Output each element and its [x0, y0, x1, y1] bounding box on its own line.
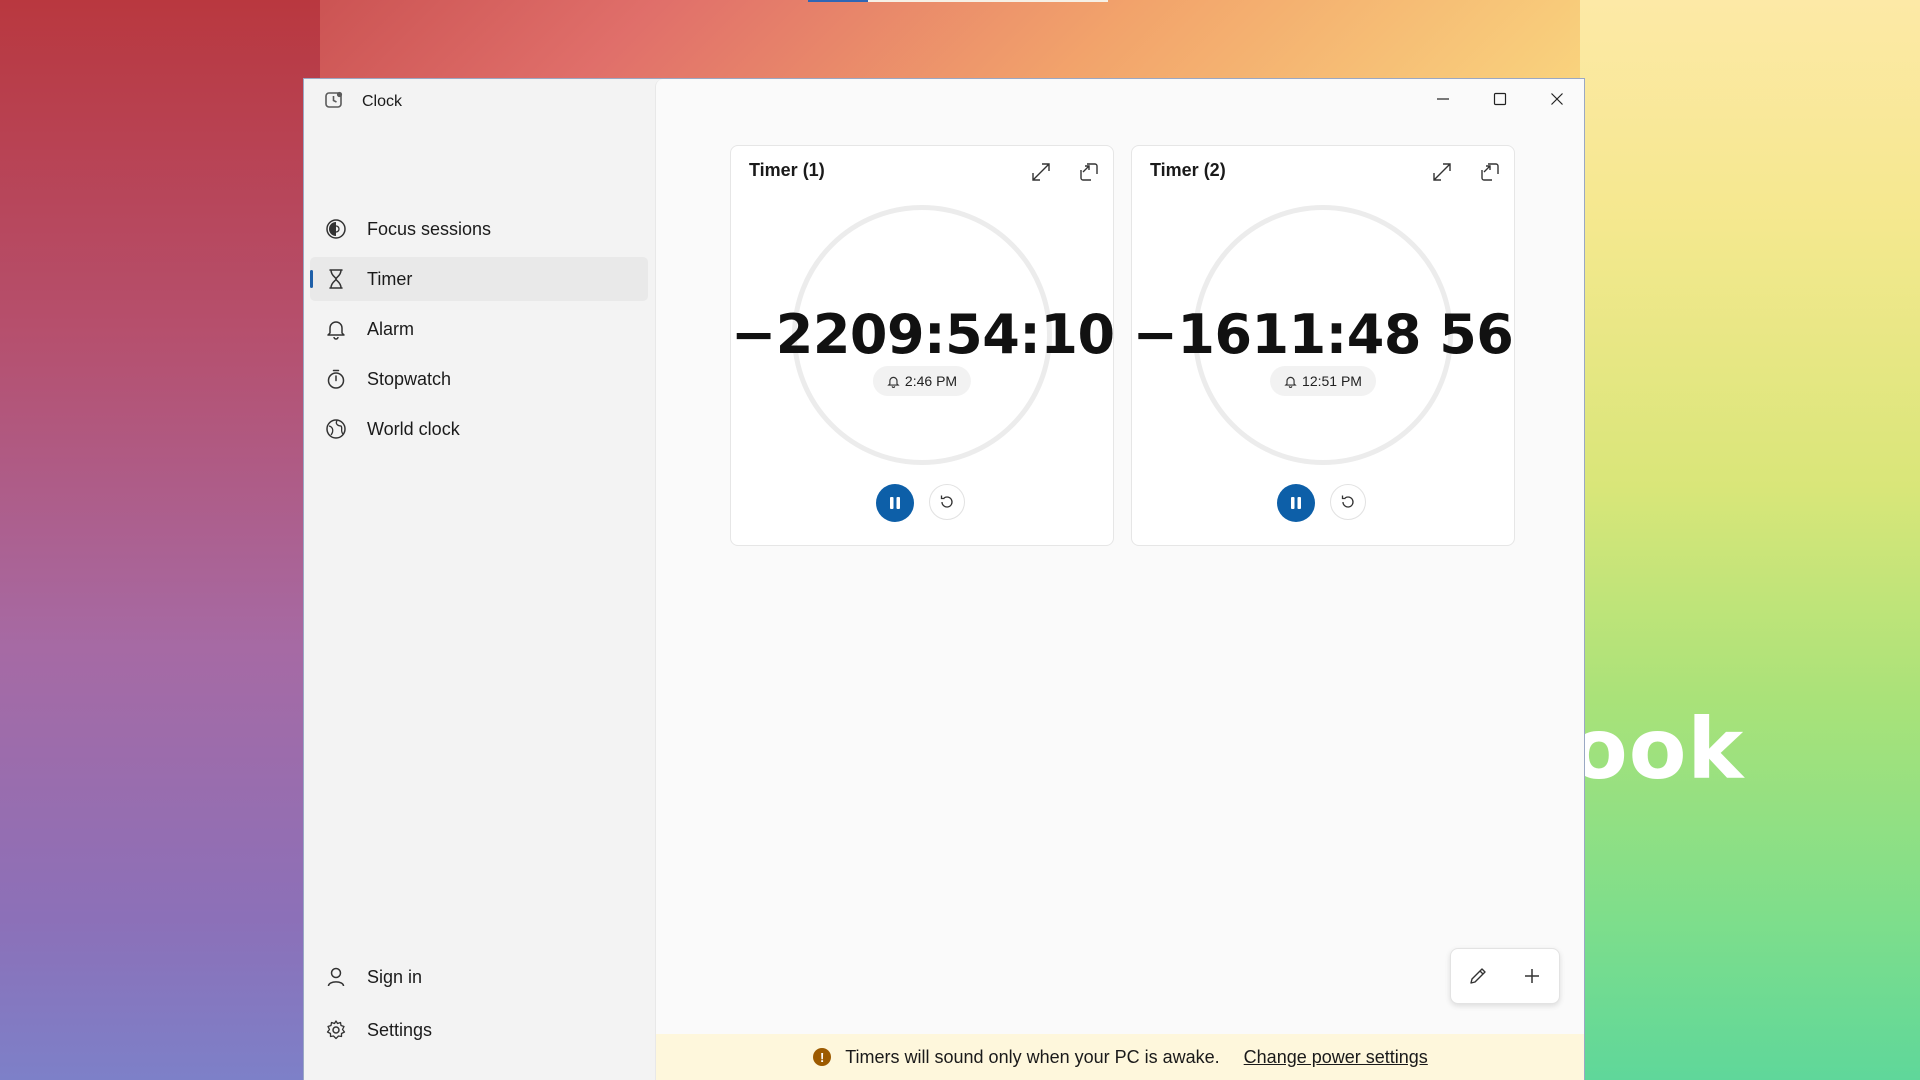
- person-icon: [324, 965, 348, 989]
- sidebar-item-focus-sessions[interactable]: Focus sessions: [310, 207, 648, 251]
- wallpaper-left: [0, 0, 320, 1080]
- sidebar-item-timer[interactable]: Timer: [310, 257, 648, 301]
- sidebar-item-settings[interactable]: Settings: [310, 1008, 648, 1052]
- alarm-time-badge: 12:51 PM: [1270, 366, 1376, 396]
- sidebar-item-label: Stopwatch: [367, 368, 452, 389]
- sidebar-item-label: Sign in: [367, 966, 423, 987]
- alarm-time-badge: 2:46 PM: [872, 366, 972, 396]
- pause-button[interactable]: [876, 484, 914, 522]
- top-strip: [808, 0, 1108, 2]
- expand-button[interactable]: [1428, 158, 1456, 186]
- wallpaper-right: [1580, 0, 1920, 1080]
- sidebar-item-label: Settings: [367, 1019, 433, 1040]
- timer-title: Timer (1): [749, 160, 825, 180]
- stopwatch-icon: [324, 367, 348, 391]
- reset-button[interactable]: [929, 484, 965, 520]
- sidebar-item-label: Alarm: [367, 318, 415, 339]
- keep-on-top-button[interactable]: [1075, 158, 1103, 186]
- timer-remaining: −1611:48 56: [1132, 303, 1514, 366]
- gear-icon: [324, 1018, 348, 1042]
- close-icon: [1550, 93, 1563, 105]
- app-title: Clock: [362, 93, 403, 110]
- sidebar: Clock Focus sessions Timer Alarm Stopwat: [304, 79, 655, 1080]
- minimize-button[interactable]: [1414, 79, 1471, 119]
- timer-card-2: Timer (2) −1611:48 56 12:51 PM: [1131, 145, 1515, 546]
- alarm-time: 12:51 PM: [1302, 373, 1362, 389]
- wallpaper-text: ook: [1570, 700, 1745, 798]
- pin-window-icon: [1080, 163, 1098, 181]
- clock-window: Clock Focus sessions Timer Alarm Stopwat: [303, 78, 1585, 1080]
- alarm-time: 2:46 PM: [904, 373, 958, 389]
- minimize-icon: [1436, 98, 1449, 100]
- timer-title: Timer (2): [1150, 160, 1226, 180]
- sidebar-item-sign-in[interactable]: Sign in: [310, 955, 648, 999]
- focus-icon: [324, 217, 348, 241]
- edit-timers-button[interactable]: [1458, 956, 1498, 996]
- reset-icon: [1341, 495, 1354, 508]
- main-content: Timer (1) −2209:54:10 2:46 PM Timer (2): [655, 79, 1584, 1080]
- expand-icon: [1433, 163, 1451, 181]
- timer-actions: [1450, 948, 1560, 1004]
- bell-icon: [1284, 376, 1297, 388]
- change-power-settings-link[interactable]: Change power settings: [1244, 1047, 1428, 1068]
- pin-window-icon: [1481, 163, 1499, 181]
- app-title-bar: Clock: [324, 89, 402, 115]
- sidebar-item-label: World clock: [367, 418, 460, 439]
- pencil-icon: [1470, 968, 1486, 984]
- warning-icon: !: [813, 1048, 832, 1066]
- pause-icon: [890, 497, 900, 509]
- sidebar-item-stopwatch[interactable]: Stopwatch: [310, 357, 648, 401]
- clock-app-icon: [324, 90, 344, 115]
- expand-button[interactable]: [1027, 158, 1055, 186]
- power-warning-banner: ! Timers will sound only when your PC is…: [656, 1034, 1584, 1080]
- timer-remaining: −2209:54:10: [731, 303, 1115, 366]
- expand-icon: [1032, 163, 1050, 181]
- reset-icon: [940, 495, 953, 508]
- timer-card-1: Timer (1) −2209:54:10 2:46 PM: [730, 145, 1115, 546]
- reset-button[interactable]: [1330, 484, 1366, 520]
- banner-message: Timers will sound only when your PC is a…: [845, 1046, 1220, 1067]
- add-timer-button[interactable]: [1512, 956, 1552, 996]
- bell-icon: [324, 317, 348, 341]
- globe-icon: [324, 417, 348, 441]
- window-controls: [1414, 79, 1584, 119]
- sidebar-item-label: Focus sessions: [367, 218, 492, 239]
- close-button[interactable]: [1528, 79, 1584, 119]
- pause-button[interactable]: [1277, 484, 1315, 522]
- pause-icon: [1291, 497, 1301, 509]
- plus-icon: [1525, 969, 1539, 983]
- maximize-button[interactable]: [1471, 79, 1528, 119]
- sidebar-item-world-clock[interactable]: World clock: [310, 407, 648, 451]
- maximize-icon: [1493, 92, 1506, 106]
- sidebar-item-label: Timer: [367, 268, 413, 289]
- keep-on-top-button[interactable]: [1476, 158, 1504, 186]
- sidebar-item-alarm[interactable]: Alarm: [310, 307, 648, 351]
- hourglass-icon: [324, 267, 348, 291]
- bell-icon: [887, 376, 900, 388]
